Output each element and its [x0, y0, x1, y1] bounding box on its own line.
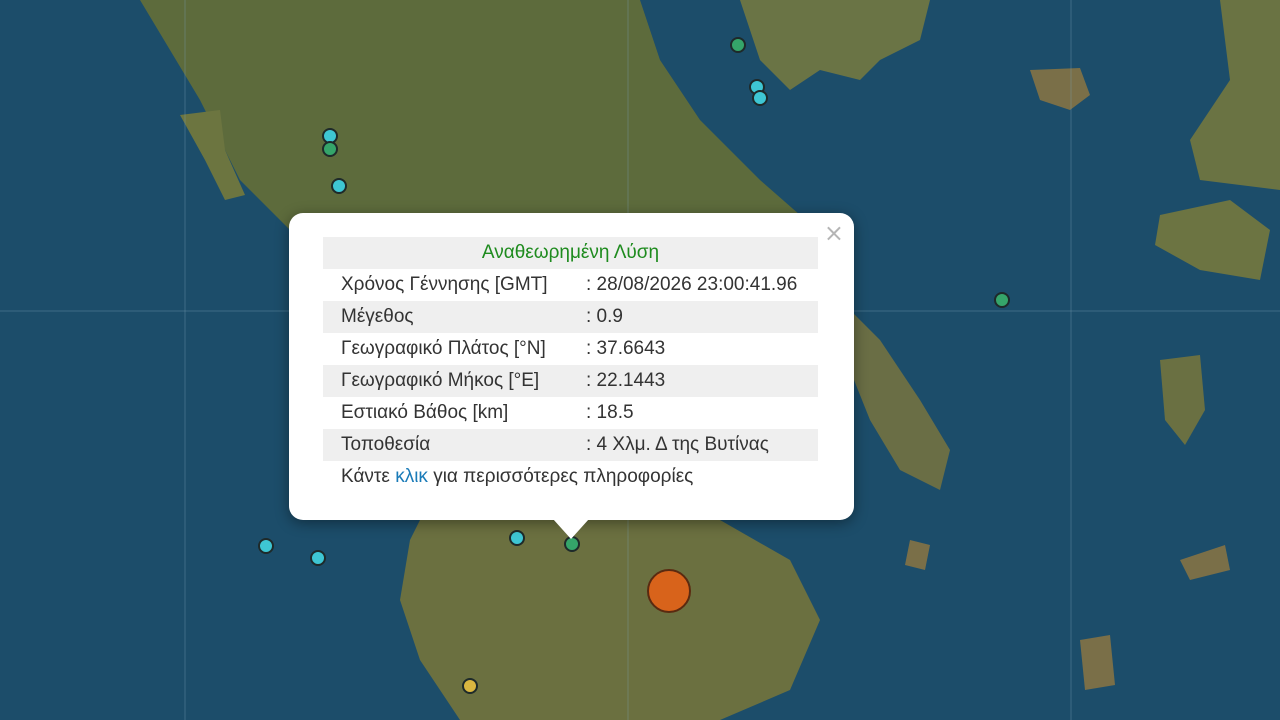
popup-title: Αναθεωρημένη Λύση	[323, 237, 818, 269]
location-value: : 4 Χλμ. Δ της Βυτίνας	[586, 429, 818, 461]
earthquake-marker[interactable]	[752, 90, 768, 106]
earthquake-marker[interactable]	[994, 292, 1010, 308]
longitude-value: : 22.1443	[586, 365, 818, 397]
popup-tip	[553, 519, 589, 539]
magnitude-value: : 0.9	[586, 301, 818, 333]
magnitude-label: Μέγεθος	[323, 301, 586, 333]
more-info-text: Κάντε κλικ για περισσότερες πληροφορίες	[323, 461, 818, 493]
earthquake-marker[interactable]	[730, 37, 746, 53]
latitude-label: Γεωγραφικό Πλάτος [°N]	[341, 338, 546, 359]
close-icon[interactable]: ×	[824, 219, 844, 247]
earthquake-marker[interactable]	[462, 678, 478, 694]
latitude-value: : 37.6643	[586, 338, 666, 359]
earthquake-marker[interactable]	[258, 538, 274, 554]
land-cyclades-a	[1080, 635, 1115, 690]
origin-time-label: Χρόνος Γέννησης [GMT]	[341, 274, 548, 295]
depth-value: : 18.5	[586, 402, 634, 423]
longitude-label: Γεωγραφικό Μήκος [°E]	[323, 365, 586, 397]
earthquake-details-table: Αναθεωρημένη Λύση Χρόνος Γέννησης [GMT] …	[323, 237, 818, 493]
more-info-link[interactable]: κλικ	[395, 466, 428, 487]
more-info-suffix: για περισσότερες πληροφορίες	[427, 466, 694, 487]
large-earthquake-marker[interactable]	[647, 569, 691, 613]
earthquake-marker[interactable]	[509, 530, 525, 546]
depth-label: Εστιακό Βάθος [km]	[341, 402, 509, 423]
earthquake-marker[interactable]	[322, 141, 338, 157]
location-label: Τοποθεσία	[323, 429, 586, 461]
earthquake-marker[interactable]	[331, 178, 347, 194]
more-info-prefix: Κάντε	[341, 466, 396, 487]
origin-time-value: : 28/08/2026 23:00:41.96	[586, 274, 798, 295]
earthquake-info-popup: × Αναθεωρημένη Λύση Χρόνος Γέννησης [GMT…	[289, 213, 854, 520]
earthquake-marker[interactable]	[310, 550, 326, 566]
